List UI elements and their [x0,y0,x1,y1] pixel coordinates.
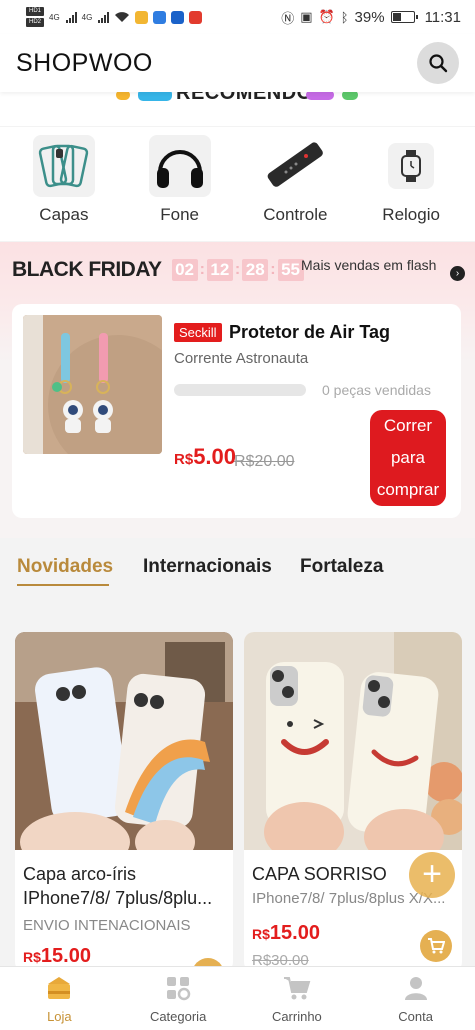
wifi-icon [115,12,130,22]
price-value: 5.00 [193,444,237,469]
nav-label: Loja [47,1009,72,1024]
product-price: R$15.00 [23,945,91,968]
product-card[interactable]: CAPA SORRISO IPhone7/8/ 7plus/8plus X/X.… [244,632,462,972]
category-relogio[interactable]: Relogio [356,135,466,241]
product-subtitle: ENVIO INTENACIONAIS [23,917,191,934]
tab-novidades[interactable]: Novidades [17,556,113,578]
nav-categoria[interactable]: Categoria [123,967,233,1030]
cart-icon [428,938,445,954]
clock: 11:31 [424,8,461,26]
product-subtitle: Corrente Astronauta [174,350,309,367]
banner-text: RECOMENDO [176,92,313,104]
buy-now-button[interactable]: Correr para comprar [370,410,446,506]
nav-carrinho[interactable]: Carrinho [242,967,352,1030]
phone-case-icon [32,135,95,197]
product-image [15,632,233,850]
battery-icon [390,11,418,23]
tab-fortaleza[interactable]: Fortaleza [300,556,383,578]
sold-count: 0 peças vendidas [322,382,431,398]
signal-icon [65,11,77,23]
notification-app-icon [189,10,203,24]
nav-label: Carrinho [271,1009,322,1024]
price-currency: R$ [174,451,194,468]
category-fone[interactable]: Fone [125,135,235,241]
price-value: 15.00 [40,945,91,967]
category-row: Capas Fone Controle Relogio [0,127,475,241]
product-title: Capa arco-íris IPhone7/8/ 7plus/8plu... [23,864,213,908]
alarm-icon: ⏰ [318,9,335,24]
status-left: HD1 HD2 4G 4G [26,7,203,27]
timer-minutes: 28 [242,259,269,281]
status-bar: HD1 HD2 4G 4G Ⓝ ▣ ⏰ ᛒ 39% 11:31 [0,0,475,34]
account-icon [401,973,431,1003]
price-value: 15.00 [269,922,320,944]
flash-product-card[interactable]: Seckill Protetor de Air Tag Corrente Ast… [12,304,461,518]
sim-icons: HD1 HD2 [26,7,44,27]
notification-app-icon [171,10,185,24]
app-logo[interactable]: SHOPWOO [16,49,153,78]
remote-control-icon [264,135,327,197]
notification-app-icon [135,10,149,24]
banner-decoration [306,92,334,100]
product-price: R$15.00 [252,922,320,945]
nav-conta[interactable]: Conta [361,967,471,1030]
sale-price: R$5.00 [174,444,236,470]
banner-decoration [342,92,358,100]
flash-sale-section: BLACK FRIDAY 02: 12: 28: 55 Mais vendas … [0,242,475,538]
bottom-navigation: Loja Categoria Carrinho Conta [0,966,475,1030]
network-type-2: 4G [81,12,93,22]
product-grid: Capa arco-íris IPhone7/8/ 7plus/8plu... … [0,598,475,990]
category-controle[interactable]: Controle [240,135,350,241]
seckill-badge: Seckill [174,323,222,342]
cart-icon [282,973,312,1003]
flash-sale-title: BLACK FRIDAY [12,258,162,281]
product-title: Protetor de Air Tag [229,322,391,342]
timer-days: 02 [171,259,198,281]
banner-decoration [116,92,130,100]
promo-banner[interactable]: RECOMENDO [0,92,475,126]
search-button[interactable] [417,42,459,84]
price-currency: R$ [252,926,270,942]
countdown-timer: 02: 12: 28: 55 [171,259,304,281]
active-tab-indicator [17,584,109,586]
tab-internacionais[interactable]: Internacionais [143,556,272,578]
category-label: Fone [160,205,199,224]
flash-sale-more-link[interactable]: Mais vendas em flash [301,257,441,274]
watch-icon [388,143,435,189]
nav-label: Conta [398,1009,433,1024]
price-currency: R$ [23,949,41,965]
bluetooth-icon: ᛒ [340,9,349,25]
signal-icon-2 [98,11,110,23]
original-price: R$20.00 [234,453,295,470]
status-right: Ⓝ ▣ ⏰ ᛒ 39% 11:31 [281,8,461,27]
notification-app-icon [153,10,167,24]
product-card[interactable]: Capa arco-íris IPhone7/8/ 7plus/8plu... … [15,632,233,972]
chevron-right-icon[interactable]: › [450,266,465,281]
nav-loja[interactable]: Loja [4,967,114,1030]
feed-tabs: Novidades Internacionais Fortaleza [0,538,475,598]
nav-label: Categoria [149,1009,207,1024]
sold-progress-bar [174,384,306,396]
category-label: Capas [39,205,89,224]
store-icon [44,973,74,1003]
category-label: Controle [263,205,328,224]
headphones-icon [148,135,211,197]
network-type: 4G [49,12,60,22]
category-label: Relogio [382,205,440,224]
vibrate-icon: ▣ [300,9,313,24]
category-capas[interactable]: Capas [9,135,119,241]
battery-percent: 39% [354,8,385,26]
timer-seconds: 55 [277,259,304,281]
timer-hours: 12 [206,259,233,281]
product-image [23,315,162,454]
nfc-icon: Ⓝ [281,10,295,26]
banner-decoration [138,92,172,101]
flash-sale-header: BLACK FRIDAY 02: 12: 28: 55 [12,258,304,282]
app-header: SHOPWOO [0,34,475,92]
product-image [244,632,462,850]
add-to-cart-button[interactable] [420,930,452,962]
search-icon [429,54,448,73]
add-floating-button[interactable]: + [409,852,455,898]
category-icon [163,973,193,1003]
